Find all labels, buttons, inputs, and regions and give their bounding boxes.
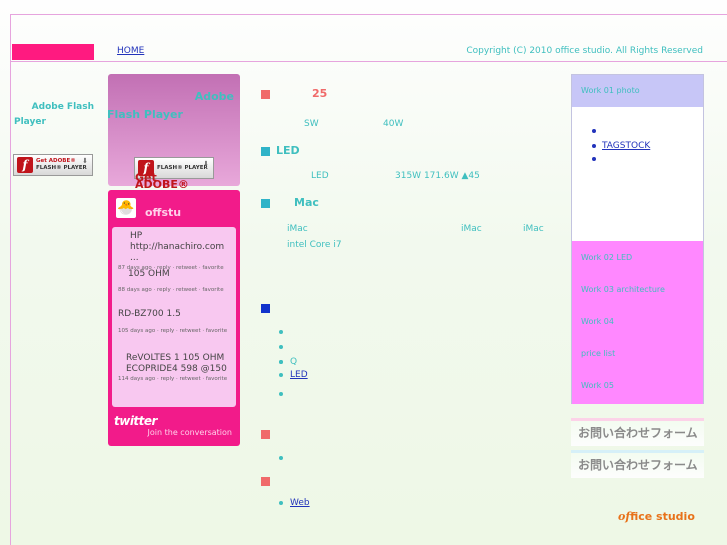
section-3-imac-2: iMac — [461, 224, 482, 234]
section-marker-teal — [261, 147, 270, 156]
nav-item-label: Work 01 photo — [581, 86, 640, 95]
list-item — [278, 388, 337, 403]
flash-icon: f — [17, 157, 33, 173]
contact-form-button-2[interactable]: お問い合わせフォーム — [571, 450, 704, 478]
sublist-item — [592, 153, 650, 168]
get-flash-player-button-2[interactable]: f Get ADOBE® FLASH® PLAYER ⬇ — [134, 157, 214, 190]
nav-item-price-list[interactable]: price list — [581, 349, 615, 358]
list-text: Q — [290, 357, 298, 367]
list-link[interactable] — [290, 326, 308, 336]
promo-flash-player-text: Flash Player — [107, 108, 183, 121]
list-item — [278, 326, 337, 341]
avatar[interactable]: 🐣 — [116, 198, 136, 218]
section-1-sw: SW — [304, 119, 319, 129]
twitter-logo[interactable]: twitter — [114, 414, 157, 428]
list-link[interactable]: LED — [290, 369, 326, 382]
logo-of-text: of — [618, 510, 631, 523]
tweet-item: 105 OHM 88 days ago · reply · retweet · … — [118, 269, 234, 294]
list-link[interactable]: Web — [290, 497, 320, 510]
section-2-values: 315W 171.6W ▲45 — [395, 171, 480, 181]
get-flash-player-button[interactable]: f Get ADOBE® FLASH® PLAYER ⬇ — [13, 154, 93, 176]
nav-sublist: TAGSTOCK — [592, 125, 650, 168]
list-item — [278, 341, 337, 356]
sublist-link[interactable] — [602, 153, 622, 163]
list-link[interactable] — [290, 388, 337, 398]
badge-player-text: FLASH® PLAYER — [157, 164, 208, 171]
section-1-heading: 25 — [312, 87, 328, 100]
flash-title-line2: Player — [14, 117, 46, 127]
list-link[interactable] — [290, 341, 337, 351]
badge-adobe-text: Get ADOBE® — [36, 158, 76, 164]
home-link[interactable]: HOME — [117, 46, 144, 56]
tweet-text: ReVOLTES 1 105 OHM ECOPRIDE4 598 @150 — [126, 353, 227, 374]
section-marker-red — [261, 477, 270, 486]
tweet-meta[interactable]: 105 days ago · reply · retweet · favorit… — [118, 328, 234, 335]
promo-adobe-text: Adobe — [194, 90, 234, 103]
link-list-3: Web — [278, 497, 320, 510]
flash-title-line1: Adobe Flash — [31, 102, 94, 112]
section-marker-red — [261, 430, 270, 439]
section-1-40w: 40W — [383, 119, 404, 129]
section-3-imac-3: iMac — [523, 224, 544, 234]
sublist-item: TAGSTOCK — [592, 140, 650, 153]
join-conversation-link[interactable]: Join the conversation — [148, 428, 232, 437]
tweet-item: HP http://hanachiro.com ... 87 days ago … — [118, 231, 234, 272]
flash-promo-box: Adobe Flash Player f Get ADOBE® FLASH® P… — [107, 74, 240, 190]
link-list-2 — [278, 452, 314, 467]
twitter-username[interactable]: offstu — [145, 206, 181, 219]
office-studio-logo: office studio — [618, 510, 695, 523]
section-3-imac-1: iMac — [287, 224, 308, 234]
section-marker-blue — [261, 304, 270, 313]
nav-item-work04[interactable]: Work 04 — [581, 317, 614, 326]
contact-form-button[interactable]: お問い合わせフォーム — [571, 418, 704, 446]
header-divider — [10, 61, 727, 62]
nav-work-list: Work 02 LED Work 03 architecture Work 04… — [572, 241, 703, 404]
twitter-widget: 🐣 offstu HP http://hanachiro.com ... 87 … — [108, 190, 240, 446]
tweet-item: RD-BZ700 1.5 105 days ago · reply · retw… — [118, 309, 234, 335]
download-arrow-icon: ⬇ — [82, 157, 88, 165]
list-item: Q — [278, 356, 337, 369]
list-item: LED — [278, 369, 337, 382]
sublist-item — [592, 125, 650, 140]
list-item — [278, 452, 314, 467]
section-3-cpu: intel Core i7 — [287, 240, 342, 250]
tweet-text: 105 OHM — [128, 269, 170, 279]
tweet-meta[interactable]: 114 days ago · reply · retweet · favorit… — [118, 376, 234, 383]
logo-text: fice studio — [630, 510, 695, 523]
section-marker-red — [261, 90, 270, 99]
top-accent-bar — [12, 44, 94, 60]
flash-notice-title: Adobe Flash Player — [14, 100, 96, 130]
tweet-meta[interactable]: 88 days ago · reply · retweet · favorite — [118, 287, 234, 294]
list-item: Web — [278, 497, 320, 510]
sublist-link-tagstock[interactable]: TAGSTOCK — [602, 140, 650, 153]
nav-item-work01[interactable]: Work 01 photo — [572, 75, 703, 107]
section-3-heading: Mac — [294, 196, 319, 209]
section-2-led: LED — [311, 171, 329, 181]
badge-adobe-text: Get ADOBE® — [135, 171, 189, 191]
tweet-item: ReVOLTES 1 105 OHM ECOPRIDE4 598 @150 11… — [118, 353, 234, 383]
right-nav: Work 01 photo TAGSTOCK Work 02 LED Work … — [571, 74, 704, 404]
section-2-heading: LED — [276, 144, 300, 157]
download-arrow-icon: ⬇ — [203, 160, 209, 168]
sublist-link[interactable] — [602, 125, 614, 135]
tweet-list: HP http://hanachiro.com ... 87 days ago … — [112, 227, 236, 407]
nav-item-work05[interactable]: Work 05 — [581, 381, 614, 390]
tweet-text: RD-BZ700 1.5 — [118, 309, 181, 319]
nav-item-work02[interactable]: Work 02 LED — [581, 253, 632, 262]
badge-player-text: FLASH® PLAYER — [36, 165, 87, 171]
list-link[interactable] — [290, 452, 314, 462]
tweet-text: HP http://hanachiro.com ... — [130, 231, 225, 263]
section-marker-teal — [261, 199, 270, 208]
link-list-1: Q LED — [278, 326, 337, 403]
copyright-text: Copyright (C) 2010 office studio. All Ri… — [466, 46, 703, 56]
nav-item-work03[interactable]: Work 03 architecture — [581, 285, 665, 294]
